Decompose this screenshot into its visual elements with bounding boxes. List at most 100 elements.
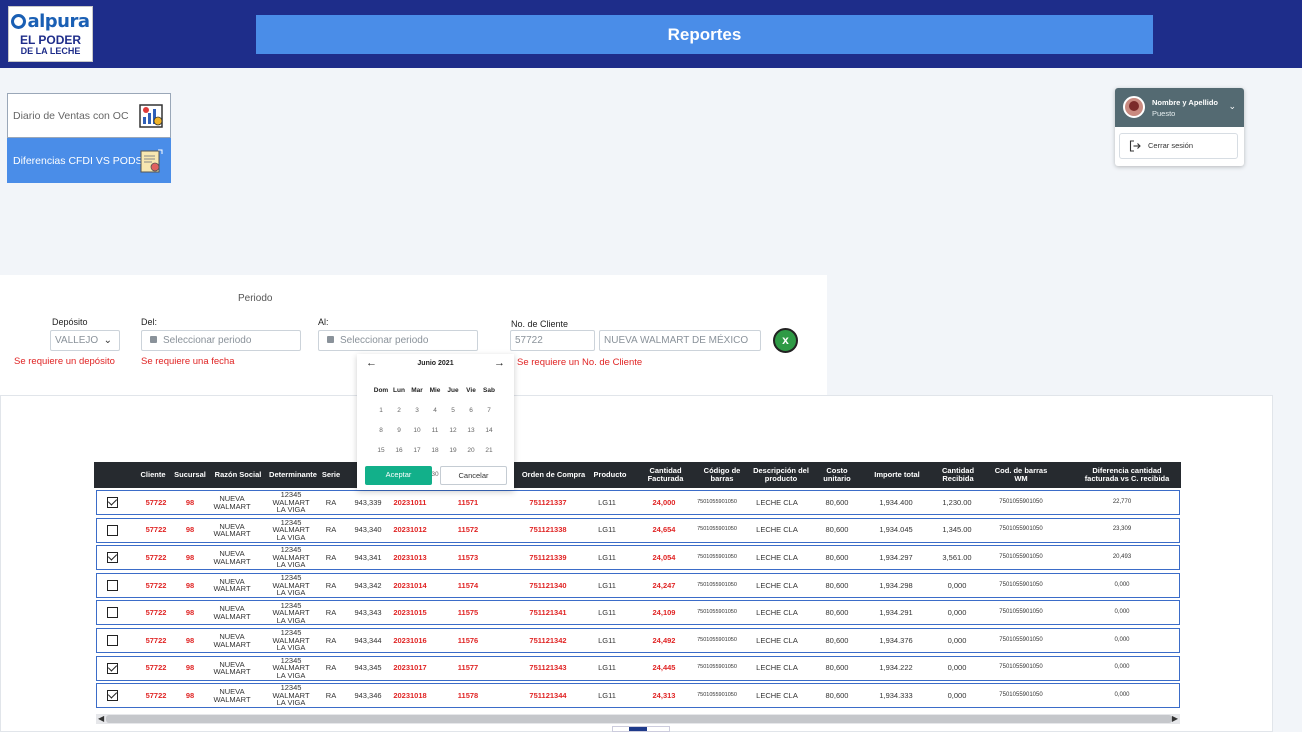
datepicker-day[interactable]: 3	[408, 402, 426, 419]
horizontal-scrollbar[interactable]: ◀ ▶	[96, 714, 1180, 724]
datepicker-day[interactable]: 19	[444, 442, 462, 459]
cell-producto: LG11	[598, 552, 616, 562]
al-date-field[interactable]: Seleccionar periodo	[318, 330, 478, 351]
cell-razon-social: NUEVA WALMART	[213, 494, 251, 511]
row-checkbox[interactable]	[107, 497, 118, 508]
cell-descripcion: LECHE CLA	[756, 608, 798, 618]
datepicker-day[interactable]: 15	[372, 442, 390, 459]
row-checkbox[interactable]	[107, 607, 118, 619]
cell-producto: LG11	[598, 663, 616, 673]
cell-codigo-barras: 7501055901050	[697, 664, 737, 671]
cell-codigo-barras: 7501055901050	[697, 636, 737, 643]
datepicker-day[interactable]: 4	[426, 402, 444, 419]
datepicker-day[interactable]: 12	[444, 422, 462, 439]
table-row[interactable]: 57722 98 NUEVA WALMART 12345 WALMART LA VIG…	[96, 655, 1180, 681]
datepicker-day[interactable]: 18	[426, 442, 444, 459]
cell-serie: RA	[325, 635, 337, 645]
cell-producto: LG11	[598, 635, 616, 645]
cancel-button[interactable]: Cancelar	[440, 466, 507, 485]
col-costo-unitario: Costo unitario	[823, 466, 851, 483]
row-checkbox[interactable]	[107, 579, 118, 591]
table-row[interactable]: 57722 98 NUEVA WALMART 12345 WALMART LA VIG…	[96, 600, 1180, 626]
cell-pedido: 11575	[457, 608, 479, 618]
cell-serie: RA	[325, 690, 337, 700]
deposito-value: VALLEJO	[55, 335, 99, 346]
logout-button[interactable]: Cerrar sesión	[1119, 133, 1238, 159]
calendar-icon	[150, 336, 157, 343]
cell-descripcion: LECHE CLA	[756, 580, 798, 590]
cell-costo-unitario: 80,600	[825, 663, 849, 673]
logout-icon	[1129, 140, 1141, 152]
table-row[interactable]: 57722 98 NUEVA WALMART 12345 WALMART LA VIG…	[96, 683, 1180, 709]
deposito-select[interactable]: VALLEJO ⌄	[50, 330, 120, 351]
pagination[interactable]	[612, 726, 670, 732]
user-name: Nombre y Apellido	[1152, 98, 1218, 107]
datepicker-week: 8 9 10 11 12 13 14	[372, 419, 498, 439]
datepicker-day[interactable]: 1	[372, 402, 390, 419]
scroll-left-icon[interactable]: ◀	[98, 714, 104, 724]
table-row[interactable]: 57722 98 NUEVA WALMART 12345 WALMART LA VIG…	[96, 572, 1180, 598]
alpura-logo[interactable]: alpura EL PODER DE LA LECHE	[8, 6, 93, 62]
user-role: Puesto	[1152, 109, 1176, 118]
cell-descripcion: LECHE CLA	[756, 552, 798, 562]
table-row[interactable]: 57722 98 NUEVA WALMART 12345 WALMART LA VIG…	[96, 628, 1180, 653]
row-checkbox[interactable]	[107, 690, 118, 702]
datepicker-day[interactable]: 21	[480, 442, 498, 459]
arrow-right-icon[interactable]: →	[494, 357, 505, 369]
cell-cantidad-recibida: 1,345.00	[942, 525, 972, 535]
user-menu-toggle[interactable]: Nombre y Apellido Puesto ⌄	[1115, 88, 1244, 127]
datepicker-day[interactable]: 11	[426, 422, 444, 439]
datepicker-day[interactable]: 10	[408, 422, 426, 439]
cell-cantidad-recibida: 1,230.00	[942, 497, 972, 507]
export-excel-button[interactable]: x	[773, 328, 798, 353]
scrollbar-thumb[interactable]	[106, 715, 1172, 723]
col-determinante: Determinante	[269, 470, 317, 479]
datepicker-day[interactable]: 20	[462, 442, 480, 459]
cell-diferencia: 0,000	[1114, 691, 1130, 698]
cell-razon-social: NUEVA WALMART	[213, 576, 251, 594]
cell-descripcion: LECHE CLA	[756, 525, 798, 535]
datepicker-day[interactable]: 6	[462, 402, 480, 419]
cell-cantidad-facturada: 24,313	[652, 690, 676, 700]
col-serie: Serie	[321, 470, 341, 479]
cell-pedido: 11577	[457, 663, 479, 673]
table-row[interactable]: 57722 98 NUEVA WALMART 12345 WALMART LA VIG…	[96, 517, 1180, 543]
datepicker-day[interactable]: 14	[480, 422, 498, 439]
cell-costo-unitario: 80,600	[825, 525, 849, 535]
cliente-number-input[interactable]: 57722	[510, 330, 595, 351]
table-row[interactable]: 57722 98 NUEVA WALMART 12345 WALMART LA VIG…	[96, 490, 1180, 515]
datepicker-day[interactable]: 5	[444, 402, 462, 419]
cell-cantidad-facturada: 24,054	[652, 552, 676, 562]
cell-determinante: 12345 WALMART LA VIGA	[272, 600, 310, 625]
row-checkbox[interactable]	[107, 524, 118, 536]
table-header: Cliente Sucursal Razón Social Determinan…	[94, 462, 1181, 488]
cell-serie: RA	[325, 525, 337, 535]
row-checkbox[interactable]	[107, 635, 118, 646]
accept-button[interactable]: Aceptar	[365, 466, 432, 485]
datepicker-day[interactable]: 7	[480, 402, 498, 419]
col-cantidad-facturada: Cantidad Facturada	[647, 466, 684, 483]
menu-item-diario-ventas[interactable]: Diario de Ventas con OC	[7, 93, 171, 138]
cell-sucursal: 98	[185, 663, 195, 673]
datepicker-day[interactable]: 13	[462, 422, 480, 439]
table-row[interactable]: 57722 98 NUEVA WALMART 12345 WALMART LA VIG…	[96, 545, 1180, 571]
scroll-right-icon[interactable]: ▶	[1172, 714, 1178, 724]
del-date-field[interactable]: Seleccionar periodo	[141, 330, 301, 351]
datepicker-day[interactable]: 8	[372, 422, 390, 439]
logo-tagline-2: DE LA LECHE	[20, 46, 81, 56]
cell-orden-compra: 751121337	[529, 497, 567, 507]
cell-determinante: 12345 WALMART LA VIGA	[272, 683, 310, 708]
al-label: Al:	[318, 317, 329, 327]
datepicker-day[interactable]: 16	[390, 442, 408, 459]
datepicker-popup: ← Junio 2021 → Dom Lun Mar Mie Jue Vie Sab 123…	[357, 354, 514, 490]
row-checkbox[interactable]	[107, 662, 118, 674]
datepicker-day[interactable]: 2	[390, 402, 408, 419]
datepicker-day[interactable]: 9	[390, 422, 408, 439]
row-checkbox[interactable]	[107, 552, 118, 564]
cell-cantidad-facturada: 24,445	[652, 663, 676, 673]
datepicker-day[interactable]: 17	[408, 442, 426, 459]
cell-fecha: 20231012	[393, 525, 427, 535]
pagination-active-page[interactable]	[629, 727, 647, 731]
menu-item-diferencias-cfdi[interactable]: Diferencias CFDI VS PODS	[7, 138, 171, 183]
cell-pedido: 11572	[457, 525, 479, 535]
